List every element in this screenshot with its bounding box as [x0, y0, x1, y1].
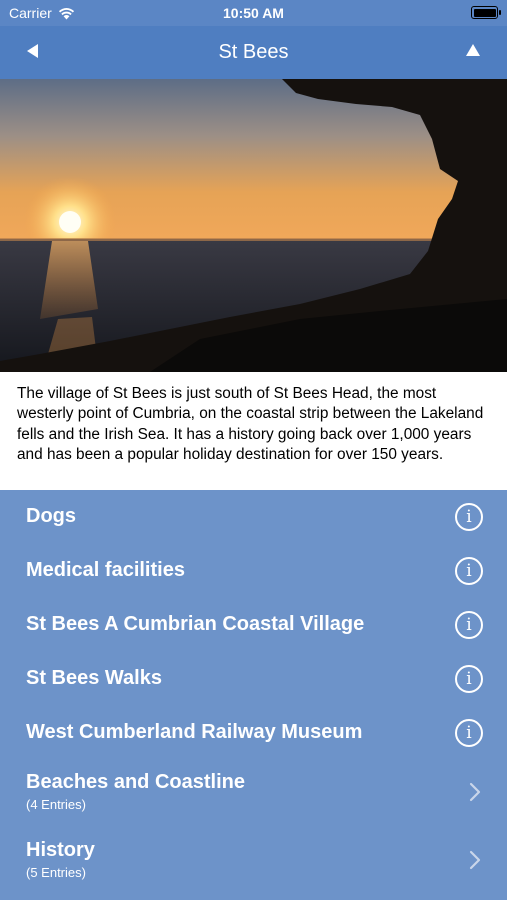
group-item-label: History — [26, 839, 95, 861]
status-bar: Carrier 10:50 AM — [0, 0, 507, 26]
page-title: St Bees — [218, 41, 289, 63]
hero-image — [0, 79, 507, 372]
list-item-label: Dogs — [26, 505, 76, 527]
info-icon[interactable]: i — [455, 611, 483, 639]
group-item-history[interactable]: History (5 Entries) — [0, 828, 507, 896]
status-time: 10:50 AM — [223, 5, 284, 21]
group-item-count: (4 Entries) — [26, 797, 86, 812]
item-list: Dogs i Medical facilities i St Bees A Cu… — [0, 490, 507, 896]
info-icon[interactable]: i — [455, 503, 483, 531]
list-item-st-bees-walks[interactable]: St Bees Walks i — [0, 652, 507, 706]
intro-text: The village of St Bees is just south of … — [0, 372, 507, 490]
info-icon[interactable]: i — [455, 719, 483, 747]
sunset-photo — [0, 79, 507, 372]
group-item-count: (5 Entries) — [26, 865, 86, 880]
list-item-medical-facilities[interactable]: Medical facilities i — [0, 544, 507, 598]
chevron-right-icon[interactable] — [469, 782, 481, 802]
navigation-bar: St Bees — [0, 26, 507, 79]
battery-icon — [471, 6, 501, 19]
list-item-label: Medical facilities — [26, 559, 185, 581]
list-item-label: St Bees Walks — [26, 667, 162, 689]
chevron-right-icon[interactable] — [469, 850, 481, 870]
list-item-railway-museum[interactable]: West Cumberland Railway Museum i — [0, 706, 507, 760]
info-icon[interactable]: i — [455, 665, 483, 693]
group-item-beaches[interactable]: Beaches and Coastline (4 Entries) — [0, 760, 507, 828]
list-item-label: St Bees A Cumbrian Coastal Village — [26, 613, 365, 635]
list-item-st-bees-village[interactable]: St Bees A Cumbrian Coastal Village i — [0, 598, 507, 652]
up-triangle-icon[interactable] — [463, 41, 483, 61]
list-item-dogs[interactable]: Dogs i — [0, 490, 507, 544]
group-item-label: Beaches and Coastline — [26, 771, 245, 793]
info-icon[interactable]: i — [455, 557, 483, 585]
list-item-label: West Cumberland Railway Museum — [26, 721, 363, 743]
